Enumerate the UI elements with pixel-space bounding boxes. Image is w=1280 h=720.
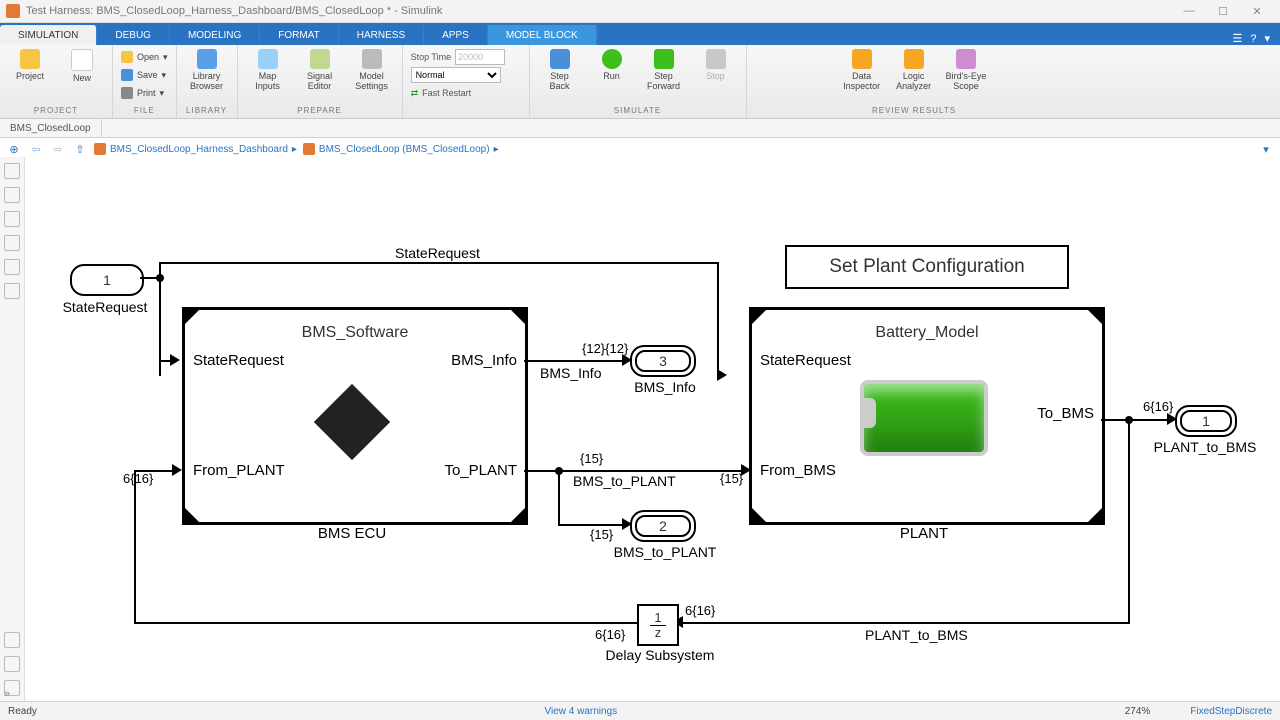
- title-bar: Test Harness: BMS_ClosedLoop_Harness_Das…: [0, 0, 1280, 23]
- window-title: Test Harness: BMS_ClosedLoop_Harness_Das…: [26, 5, 442, 17]
- run-button[interactable]: Run: [586, 47, 638, 83]
- palette-b1-icon[interactable]: [4, 632, 20, 648]
- palette-image-icon[interactable]: [4, 259, 20, 275]
- data-inspector-button[interactable]: Data Inspector: [836, 47, 888, 93]
- document-tab[interactable]: BMS_ClosedLoop: [0, 119, 102, 137]
- palette-area-icon[interactable]: [4, 283, 20, 299]
- group-simulate-label: SIMULATE: [530, 106, 746, 118]
- ribbon-toolstrip: Project New PROJECT Open ▾ Save ▾ Print …: [0, 45, 1280, 119]
- nav-parent-icon[interactable]: ⇧: [72, 141, 88, 157]
- save-button[interactable]: Save ▾: [121, 67, 168, 83]
- group-prepare-label: PREPARE: [238, 106, 402, 118]
- breadcrumb-1[interactable]: BMS_ClosedLoop_Harness_Dashboard ▸: [94, 143, 297, 155]
- step-forward-button[interactable]: Step Forward: [638, 47, 690, 93]
- inport-staterequest[interactable]: 1: [70, 264, 144, 296]
- library-browser-button[interactable]: Library Browser: [181, 47, 233, 93]
- tab-simulation[interactable]: SIMULATION: [0, 25, 97, 45]
- tab-debug[interactable]: DEBUG: [97, 25, 170, 45]
- bms-title: BMS_Software: [185, 324, 525, 342]
- signal-staterequest: StateRequest: [395, 245, 480, 261]
- fast-restart-toggle[interactable]: ⇄Fast Restart: [411, 85, 521, 101]
- palette-annot-icon[interactable]: [4, 235, 20, 251]
- birds-eye-button[interactable]: Bird's-Eye Scope: [940, 47, 993, 93]
- palette-b2-icon[interactable]: [4, 656, 20, 672]
- logic-analyzer-button[interactable]: Logic Analyzer: [888, 47, 940, 93]
- tab-modelblock[interactable]: MODEL BLOCK: [488, 25, 597, 45]
- signal-editor-button[interactable]: Signal Editor: [294, 47, 346, 93]
- open-button[interactable]: Open ▾: [121, 49, 168, 65]
- ribbon-tabstrip: SIMULATION DEBUG MODELING FORMAT HARNESS…: [0, 23, 1280, 45]
- block-plant[interactable]: Battery_Model StateRequest From_BMS To_B…: [749, 307, 1105, 525]
- plant-caption: PLANT: [749, 525, 1099, 542]
- model-settings-button[interactable]: Model Settings: [346, 47, 398, 93]
- sim-mode-select[interactable]: Normal: [411, 67, 501, 83]
- group-project-label: PROJECT: [0, 106, 112, 118]
- map-inputs-button[interactable]: Map Inputs: [242, 47, 294, 93]
- breadcrumb-2[interactable]: BMS_ClosedLoop (BMS_ClosedLoop) ▸: [303, 143, 499, 155]
- close-button[interactable]: ✕: [1240, 0, 1274, 22]
- minimize-button[interactable]: —: [1172, 0, 1206, 22]
- set-plant-config-button[interactable]: Set Plant Configuration: [785, 245, 1069, 289]
- tab-modeling[interactable]: MODELING: [170, 25, 260, 45]
- show-panel-icon[interactable]: »: [4, 688, 10, 700]
- diagram-canvas[interactable]: 1 StateRequest StateRequest BMS_Software…: [25, 157, 1280, 702]
- status-warnings[interactable]: View 4 warnings: [545, 706, 618, 717]
- help-icon[interactable]: ?: [1250, 33, 1256, 45]
- nav-back-icon[interactable]: ⊕: [6, 141, 22, 157]
- tab-harness[interactable]: HARNESS: [339, 25, 424, 45]
- new-button[interactable]: New: [56, 47, 108, 85]
- project-button[interactable]: Project: [4, 47, 56, 83]
- status-bar: Ready View 4 warnings 274% FixedStepDisc…: [0, 701, 1280, 720]
- status-ready: Ready: [8, 706, 37, 717]
- outport-bms2plant[interactable]: 2: [630, 510, 696, 542]
- step-back-button[interactable]: Step Back: [534, 47, 586, 93]
- status-zoom[interactable]: 274%: [1125, 706, 1151, 717]
- palette-zoom-icon[interactable]: [4, 163, 20, 179]
- block-bms-ecu[interactable]: BMS_Software StateRequest From_PLANT BMS…: [182, 307, 528, 525]
- group-library-label: LIBRARY: [177, 106, 237, 118]
- stop-button[interactable]: Stop: [690, 47, 742, 83]
- group-file-label: FILE: [113, 106, 176, 118]
- stop-time-label: Stop Time: [411, 52, 452, 62]
- ribbon-collapse-icon[interactable]: ▾: [1264, 32, 1270, 45]
- palette-fit-icon[interactable]: [4, 187, 20, 203]
- left-palette: [0, 157, 25, 702]
- status-solver[interactable]: FixedStepDiscrete: [1190, 706, 1272, 717]
- nav-fwd-icon[interactable]: ⇦: [28, 141, 44, 157]
- maximize-button[interactable]: ☐: [1206, 0, 1240, 22]
- junction: [156, 274, 164, 282]
- ribbon-customize-icon[interactable]: ☰: [1232, 32, 1242, 45]
- hide-explorer-icon[interactable]: ▾: [1258, 141, 1274, 157]
- outport-bmsinfo[interactable]: 3: [630, 345, 696, 377]
- bms-caption: BMS ECU: [182, 525, 522, 542]
- group-review-label: REVIEW RESULTS: [832, 106, 997, 118]
- block-delay[interactable]: 1 z: [637, 604, 679, 646]
- document-tab-bar: BMS_ClosedLoop: [0, 119, 1280, 138]
- tab-format[interactable]: FORMAT: [260, 25, 338, 45]
- plant-title: Battery_Model: [752, 324, 1102, 342]
- outport-plant2bms[interactable]: 1: [1175, 405, 1237, 437]
- palette-arrow-icon[interactable]: [4, 211, 20, 227]
- tab-apps[interactable]: APPS: [424, 25, 488, 45]
- stop-time-input[interactable]: [455, 49, 505, 65]
- inport-label: StateRequest: [50, 299, 160, 315]
- print-button[interactable]: Print ▾: [121, 85, 168, 101]
- work-area: 1 StateRequest StateRequest BMS_Software…: [0, 157, 1280, 702]
- app-icon: [6, 4, 20, 18]
- nav-up-icon[interactable]: ⇨: [50, 141, 66, 157]
